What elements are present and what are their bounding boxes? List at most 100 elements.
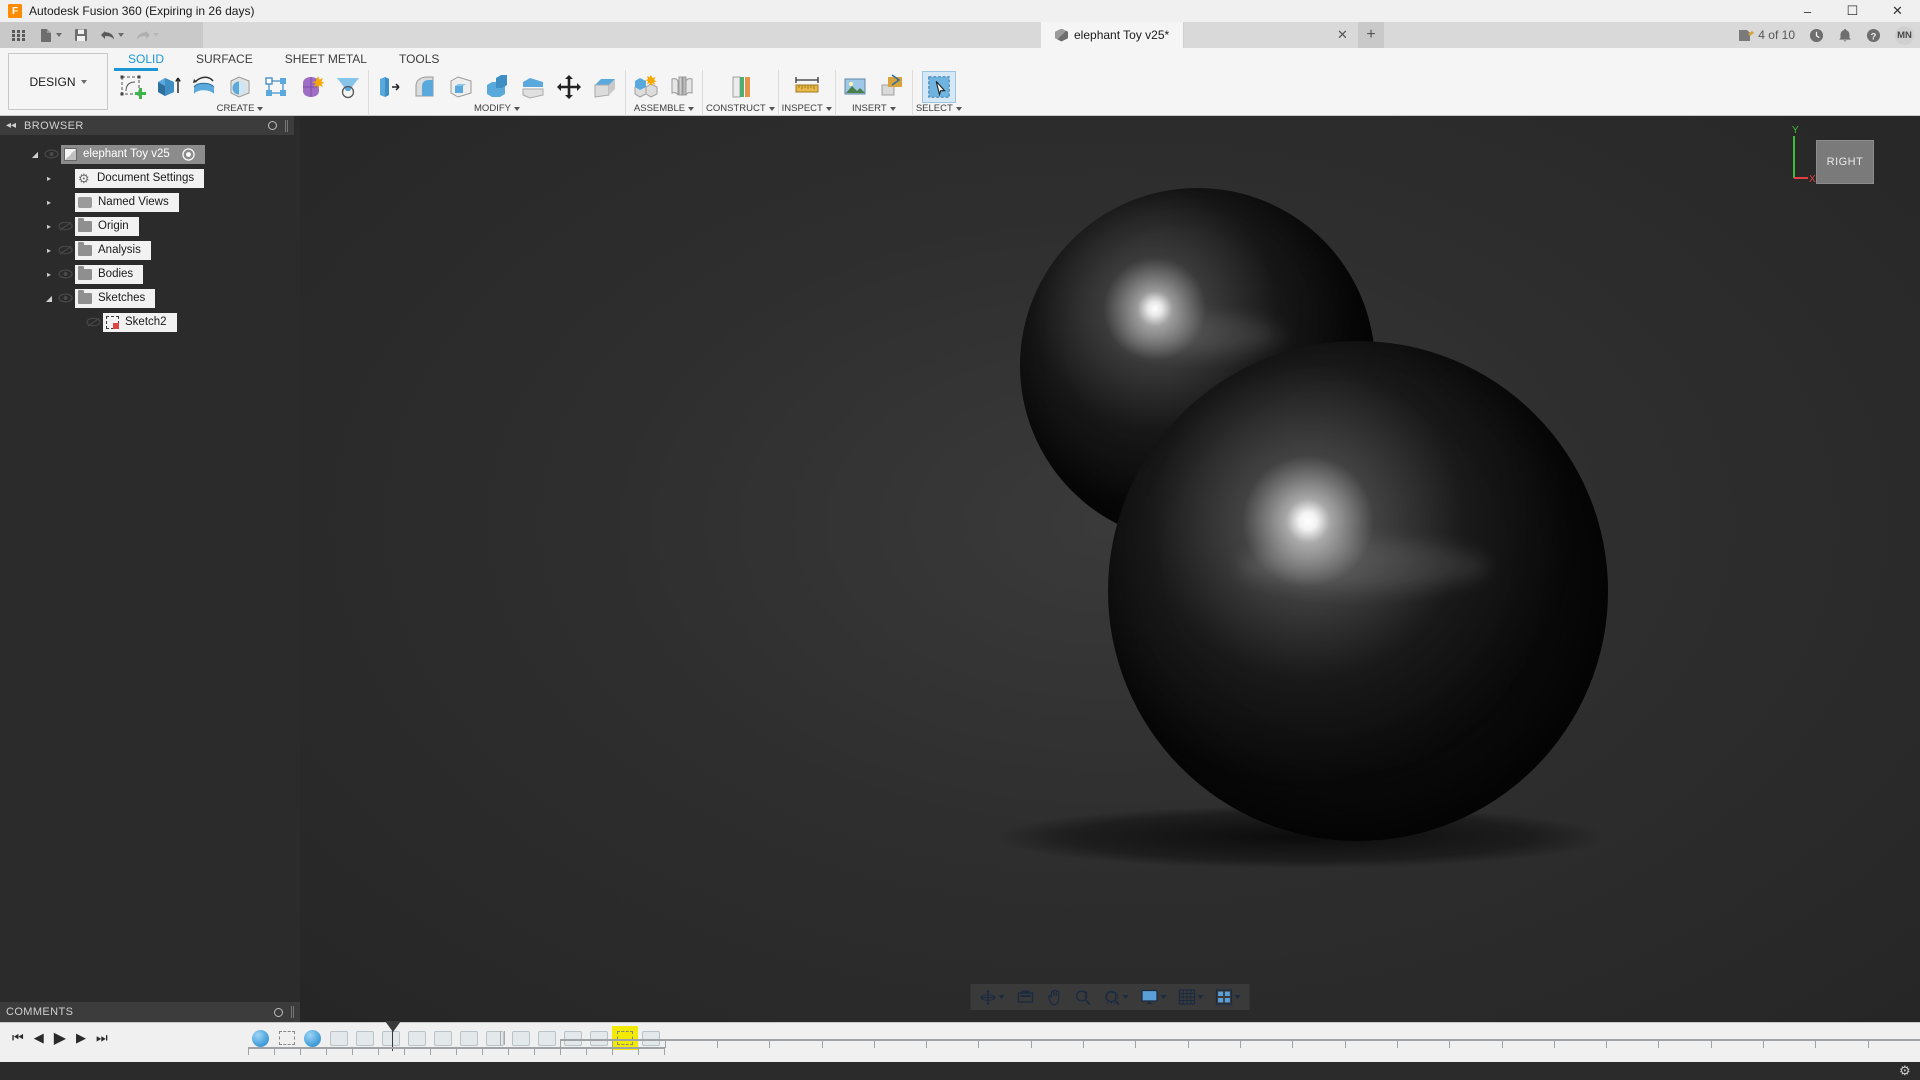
tree-label-chip[interactable]: Origin bbox=[75, 217, 139, 236]
grid-snaps-icon[interactable] bbox=[1174, 986, 1209, 1008]
new-component-icon[interactable] bbox=[629, 71, 663, 103]
ribbon-group-label-create[interactable]: CREATE bbox=[217, 103, 264, 114]
twisty-down-icon[interactable]: ◢ bbox=[42, 294, 56, 303]
new-document-tab-button[interactable]: + bbox=[1358, 22, 1384, 48]
tab-tools[interactable]: TOOLS bbox=[383, 48, 455, 70]
twisty-down-icon[interactable]: ◢ bbox=[28, 150, 42, 159]
ribbon-group-label-assemble[interactable]: ASSEMBLE bbox=[634, 103, 694, 114]
undo-icon[interactable] bbox=[99, 27, 124, 44]
play-icon[interactable]: ▶ bbox=[54, 1028, 66, 1048]
view-cube[interactable]: RIGHT bbox=[1816, 140, 1874, 184]
zoom-icon[interactable] bbox=[1070, 986, 1097, 1008]
joint-icon[interactable] bbox=[665, 71, 699, 103]
tree-row-sketches[interactable]: ◢ Sketches bbox=[0, 286, 300, 310]
move-copy-icon[interactable] bbox=[552, 71, 586, 103]
split-body-icon[interactable] bbox=[516, 71, 550, 103]
step-back-icon[interactable]: ◀ bbox=[34, 1030, 44, 1046]
display-settings-icon[interactable] bbox=[1136, 986, 1172, 1008]
extrude-icon[interactable] bbox=[151, 71, 185, 103]
visibility-eye-off-icon[interactable] bbox=[84, 317, 103, 328]
tree-label-chip[interactable]: Bodies bbox=[75, 265, 143, 284]
select-icon[interactable] bbox=[922, 71, 956, 103]
tab-solid[interactable]: SOLID bbox=[112, 48, 180, 70]
create-form-icon[interactable] bbox=[295, 71, 329, 103]
twisty-right-icon[interactable]: ▸ bbox=[42, 270, 56, 279]
model-sphere-large[interactable] bbox=[1108, 341, 1608, 841]
comments-resize-grip[interactable] bbox=[291, 1006, 294, 1018]
browser-resize-grip[interactable] bbox=[285, 120, 288, 132]
redo-icon[interactable] bbox=[134, 27, 159, 44]
twisty-right-icon[interactable]: ▸ bbox=[42, 198, 56, 207]
twisty-right-icon[interactable]: ▸ bbox=[42, 222, 56, 231]
create-sketch-icon[interactable] bbox=[115, 71, 149, 103]
minimize-button[interactable]: – bbox=[1785, 0, 1830, 22]
tree-row-origin[interactable]: ▸ Origin bbox=[0, 214, 300, 238]
avatar[interactable]: MN bbox=[1895, 26, 1914, 45]
viewport-canvas[interactable]: Y X RIGHT bbox=[300, 116, 1920, 1022]
workspace-switcher-button[interactable]: DESIGN bbox=[8, 53, 108, 110]
tree-row-sketch2[interactable]: Sketch2 bbox=[0, 310, 300, 334]
orbit-icon[interactable] bbox=[975, 986, 1010, 1008]
visibility-eye-icon[interactable] bbox=[42, 149, 61, 159]
bell-icon[interactable] bbox=[1838, 28, 1852, 43]
tree-row-document-settings[interactable]: ▸ ⚙ Document Settings bbox=[0, 166, 300, 190]
tree-label-chip[interactable]: Sketch2 bbox=[103, 313, 177, 332]
tree-row-analysis[interactable]: ▸ Analysis bbox=[0, 238, 300, 262]
insert-mcmaster-icon[interactable] bbox=[875, 71, 909, 103]
orbit-caret-icon[interactable] bbox=[999, 995, 1005, 999]
visibility-eye-off-icon[interactable] bbox=[56, 245, 75, 256]
step-forward-icon[interactable]: ▶ bbox=[76, 1030, 86, 1046]
combine-icon[interactable] bbox=[480, 71, 514, 103]
tree-row-named-views[interactable]: ▸ Named Views bbox=[0, 190, 300, 214]
revolve-icon[interactable] bbox=[187, 71, 221, 103]
tab-surface[interactable]: SURFACE bbox=[180, 48, 269, 70]
maximize-button[interactable]: ☐ bbox=[1830, 0, 1875, 22]
align-icon[interactable] bbox=[588, 71, 622, 103]
settings-gear-icon[interactable]: ⚙ bbox=[1899, 1064, 1912, 1077]
grid-snaps-caret-icon[interactable] bbox=[1198, 995, 1204, 999]
viewports-caret-icon[interactable] bbox=[1235, 995, 1241, 999]
twisty-right-icon[interactable]: ▸ bbox=[42, 246, 56, 255]
zoom-window-caret-icon[interactable] bbox=[1123, 995, 1129, 999]
document-tab[interactable]: elephant Toy v25* bbox=[1041, 22, 1184, 48]
decal-icon[interactable] bbox=[839, 71, 873, 103]
twisty-right-icon[interactable]: ▸ bbox=[42, 174, 56, 183]
ribbon-group-label-select[interactable]: SELECT bbox=[916, 103, 962, 114]
ribbon-group-label-construct[interactable]: CONSTRUCT bbox=[706, 103, 775, 114]
display-settings-caret-icon[interactable] bbox=[1161, 995, 1167, 999]
timeline-resize-grip[interactable] bbox=[500, 1031, 505, 1045]
go-to-beginning-icon[interactable]: ⏮ bbox=[12, 1030, 24, 1046]
measure-icon[interactable] bbox=[790, 71, 824, 103]
file-caret-icon[interactable] bbox=[56, 33, 62, 37]
visibility-eye-off-icon[interactable] bbox=[56, 221, 75, 232]
tree-label-chip[interactable]: elephant Toy v25 bbox=[61, 145, 205, 164]
ribbon-group-label-insert[interactable]: INSERT bbox=[852, 103, 896, 114]
go-to-end-icon[interactable]: ⏭ bbox=[96, 1030, 108, 1046]
viewports-icon[interactable] bbox=[1211, 986, 1246, 1008]
close-document-tab-button[interactable]: ✕ bbox=[1337, 27, 1348, 43]
tree-row-bodies[interactable]: ▸ Bodies bbox=[0, 262, 300, 286]
visibility-eye-icon[interactable] bbox=[56, 293, 75, 303]
tab-sheet-metal[interactable]: SHEET METAL bbox=[269, 48, 383, 70]
ribbon-group-label-modify[interactable]: MODIFY bbox=[474, 103, 520, 114]
activate-component-radio[interactable] bbox=[182, 148, 195, 161]
undo-caret-icon[interactable] bbox=[118, 33, 124, 37]
tree-label-chip[interactable]: Analysis bbox=[75, 241, 151, 260]
help-icon[interactable]: ? bbox=[1866, 28, 1881, 43]
recent-icon[interactable] bbox=[1809, 28, 1824, 43]
visibility-eye-icon[interactable] bbox=[56, 269, 75, 279]
fillet-icon[interactable] bbox=[408, 71, 442, 103]
tree-label-chip[interactable]: ⚙ Document Settings bbox=[75, 169, 204, 188]
pan-icon[interactable] bbox=[1042, 986, 1068, 1008]
save-icon[interactable] bbox=[72, 27, 89, 44]
tree-label-chip[interactable]: Sketches bbox=[75, 289, 155, 308]
app-grid-icon[interactable] bbox=[10, 27, 27, 44]
zoom-window-icon[interactable] bbox=[1099, 986, 1134, 1008]
collapse-left-icon[interactable]: ◂◂ bbox=[6, 120, 16, 131]
ribbon-group-label-inspect[interactable]: INSPECT bbox=[782, 103, 832, 114]
offset-plane-icon[interactable] bbox=[723, 71, 757, 103]
close-window-button[interactable]: ✕ bbox=[1875, 0, 1920, 22]
job-status-icon[interactable]: 4 of 10 bbox=[1737, 28, 1795, 43]
sphere-icon[interactable] bbox=[223, 71, 257, 103]
file-icon[interactable] bbox=[37, 27, 62, 44]
